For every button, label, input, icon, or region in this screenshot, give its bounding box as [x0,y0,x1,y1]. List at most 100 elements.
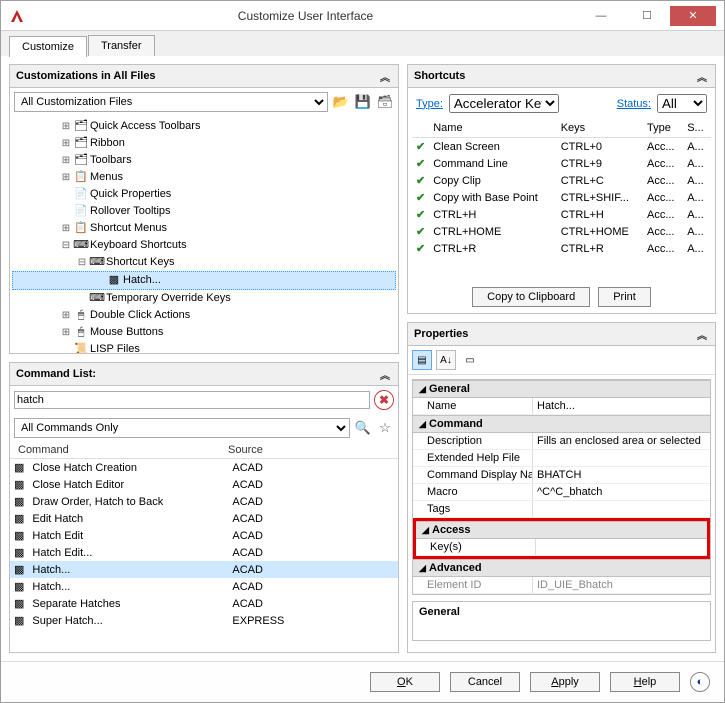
shortcut-row[interactable]: ✔CTRL+HCTRL+HAcc...A... [412,206,711,223]
categorized-icon[interactable]: ▤ [412,350,432,370]
tree-hatch[interactable]: Hatch... [123,272,161,289]
window-title: Customize User Interface [33,9,578,23]
col-source[interactable]: Source [228,444,263,456]
tree-shortcut-menus[interactable]: Shortcut Menus [90,220,167,237]
command-search-input[interactable] [14,391,370,409]
tree-shortcut-keys[interactable]: Shortcut Keys [106,254,174,271]
tree-toolbars[interactable]: Toolbars [90,152,132,169]
status-select[interactable]: All [657,94,707,113]
prop-description[interactable]: Fills an enclosed area or selected [533,433,710,449]
check-icon: ✔ [412,138,429,156]
help-button[interactable]: Help [610,672,680,692]
command-row[interactable]: ▩Hatch...ACAD [10,561,398,578]
collapse-icon[interactable]: ︽ [695,69,709,83]
close-button[interactable]: ✕ [670,6,716,26]
property-pages-icon[interactable]: ▭ [460,350,480,370]
command-row[interactable]: ▩Hatch...ACAD [10,578,398,595]
shortcuts-panel: Shortcuts ︽ Type: Accelerator Keys Statu… [407,64,716,314]
customization-filter[interactable]: All Customization Files [14,92,328,112]
command-icon: ▩ [14,581,24,593]
property-grid[interactable]: ◢General NameHatch... ◢Command Descripti… [412,379,711,595]
tree-mouse-buttons[interactable]: Mouse Buttons [90,324,163,341]
type-label[interactable]: Type: [416,98,443,110]
command-row[interactable]: ▩Super Hatch...EXPRESS [10,612,398,629]
check-icon: ✔ [412,206,429,223]
col-name[interactable]: Name [429,119,557,138]
tree-quick-props[interactable]: Quick Properties [90,186,171,203]
cat-advanced[interactable]: Advanced [429,562,482,574]
command-filter-select[interactable]: All Commands Only [14,418,350,438]
command-row[interactable]: ▩Hatch Edit...ACAD [10,544,398,561]
col-source[interactable]: S... [683,119,711,138]
collapse-icon[interactable]: ︽ [378,367,392,381]
tree-temp-override[interactable]: Temporary Override Keys [106,290,231,307]
status-label[interactable]: Status: [617,98,651,110]
find-icon[interactable]: 🔍 [354,419,372,437]
tree-lisp-files[interactable]: LISP Files [90,341,140,353]
main-tabs: Customize Transfer [1,31,724,56]
tree-double-click[interactable]: Double Click Actions [90,307,190,324]
shortcut-row[interactable]: ✔CTRL+RCTRL+RAcc...A... [412,240,711,257]
col-keys[interactable]: Keys [557,119,643,138]
context-help-icon[interactable]: ◐ [690,672,710,692]
prop-keys[interactable] [536,539,707,555]
collapse-icon[interactable]: ︽ [695,327,709,341]
shortcut-row[interactable]: ✔Copy ClipCTRL+CAcc...A... [412,172,711,189]
clear-search-icon[interactable]: ✖ [374,390,394,410]
command-row[interactable]: ▩Edit HatchACAD [10,510,398,527]
titlebar: Customize User Interface — ☐ ✕ [1,1,724,31]
tree-menus[interactable]: Menus [90,169,123,186]
shortcut-row[interactable]: ✔Command LineCTRL+9Acc...A... [412,155,711,172]
prop-display-name[interactable]: BHATCH [533,467,710,483]
cancel-button[interactable]: Cancel [450,672,520,692]
command-row[interactable]: ▩Close Hatch EditorACAD [10,476,398,493]
command-icon: ▩ [14,530,24,542]
command-icon: ▩ [14,615,24,627]
tree-rollover[interactable]: Rollover Tooltips [90,203,171,220]
command-row[interactable]: ▩Hatch EditACAD [10,527,398,544]
tab-transfer[interactable]: Transfer [88,35,155,56]
command-row[interactable]: ▩Draw Order, Hatch to BackACAD [10,493,398,510]
save-all-icon[interactable]: 🗃 [376,93,394,111]
command-list-title: Command List: [16,368,96,380]
tab-customize[interactable]: Customize [9,36,87,57]
property-description: General [412,601,711,641]
command-row[interactable]: ▩Close Hatch CreationACAD [10,459,398,476]
col-command[interactable]: Command [18,444,228,456]
tree-quick-access[interactable]: Quick Access Toolbars [90,118,200,135]
tree-keyboard-shortcuts[interactable]: Keyboard Shortcuts [90,237,187,254]
save-icon[interactable]: 💾 [354,93,372,111]
cat-command[interactable]: Command [429,418,483,430]
tree-ribbon[interactable]: Ribbon [90,135,125,152]
command-list[interactable]: ▩Close Hatch CreationACAD▩Close Hatch Ed… [10,459,398,652]
prop-macro[interactable]: ^C^C_bhatch [533,484,710,500]
properties-panel: Properties ︽ ▤ A↓ ▭ ◢General NameHatch..… [407,322,716,653]
prop-name[interactable]: Hatch... [533,398,710,414]
shortcut-row[interactable]: ✔Copy with Base PointCTRL+SHIF...Acc...A… [412,189,711,206]
access-highlight: ◢Access Key(s) [413,518,710,559]
cat-general[interactable]: General [429,383,470,395]
customizations-title: Customizations in All Files [16,70,156,82]
apply-button[interactable]: Apply [530,672,600,692]
open-icon[interactable]: 📂 [332,93,350,111]
shortcuts-title: Shortcuts [414,70,465,82]
shortcuts-table[interactable]: Name Keys Type S... ✔Clean ScreenCTRL+0A… [412,119,711,257]
check-icon: ✔ [412,155,429,172]
collapse-icon[interactable]: ︽ [378,69,392,83]
shortcut-row[interactable]: ✔CTRL+HOMECTRL+HOMEAcc...A... [412,223,711,240]
prop-ext-help[interactable] [533,450,710,466]
shortcut-row[interactable]: ✔Clean ScreenCTRL+0Acc...A... [412,138,711,156]
ok-button[interactable]: OK [370,672,440,692]
cat-access[interactable]: Access [432,524,471,536]
command-row[interactable]: ▩Separate HatchesACAD [10,595,398,612]
print-button[interactable]: Print [598,287,651,307]
prop-tags[interactable] [533,501,710,517]
maximize-button[interactable]: ☐ [624,6,670,26]
customizations-tree[interactable]: ⊞🗂Quick Access Toolbars ⊞🗂Ribbon ⊞🗂Toolb… [10,116,398,353]
col-type[interactable]: Type [643,119,683,138]
type-select[interactable]: Accelerator Keys [449,94,559,113]
copy-clipboard-button[interactable]: Copy to Clipboard [472,287,590,307]
minimize-button[interactable]: — [578,6,624,26]
new-command-icon[interactable]: ☆ [376,419,394,437]
alphabetical-icon[interactable]: A↓ [436,350,456,370]
